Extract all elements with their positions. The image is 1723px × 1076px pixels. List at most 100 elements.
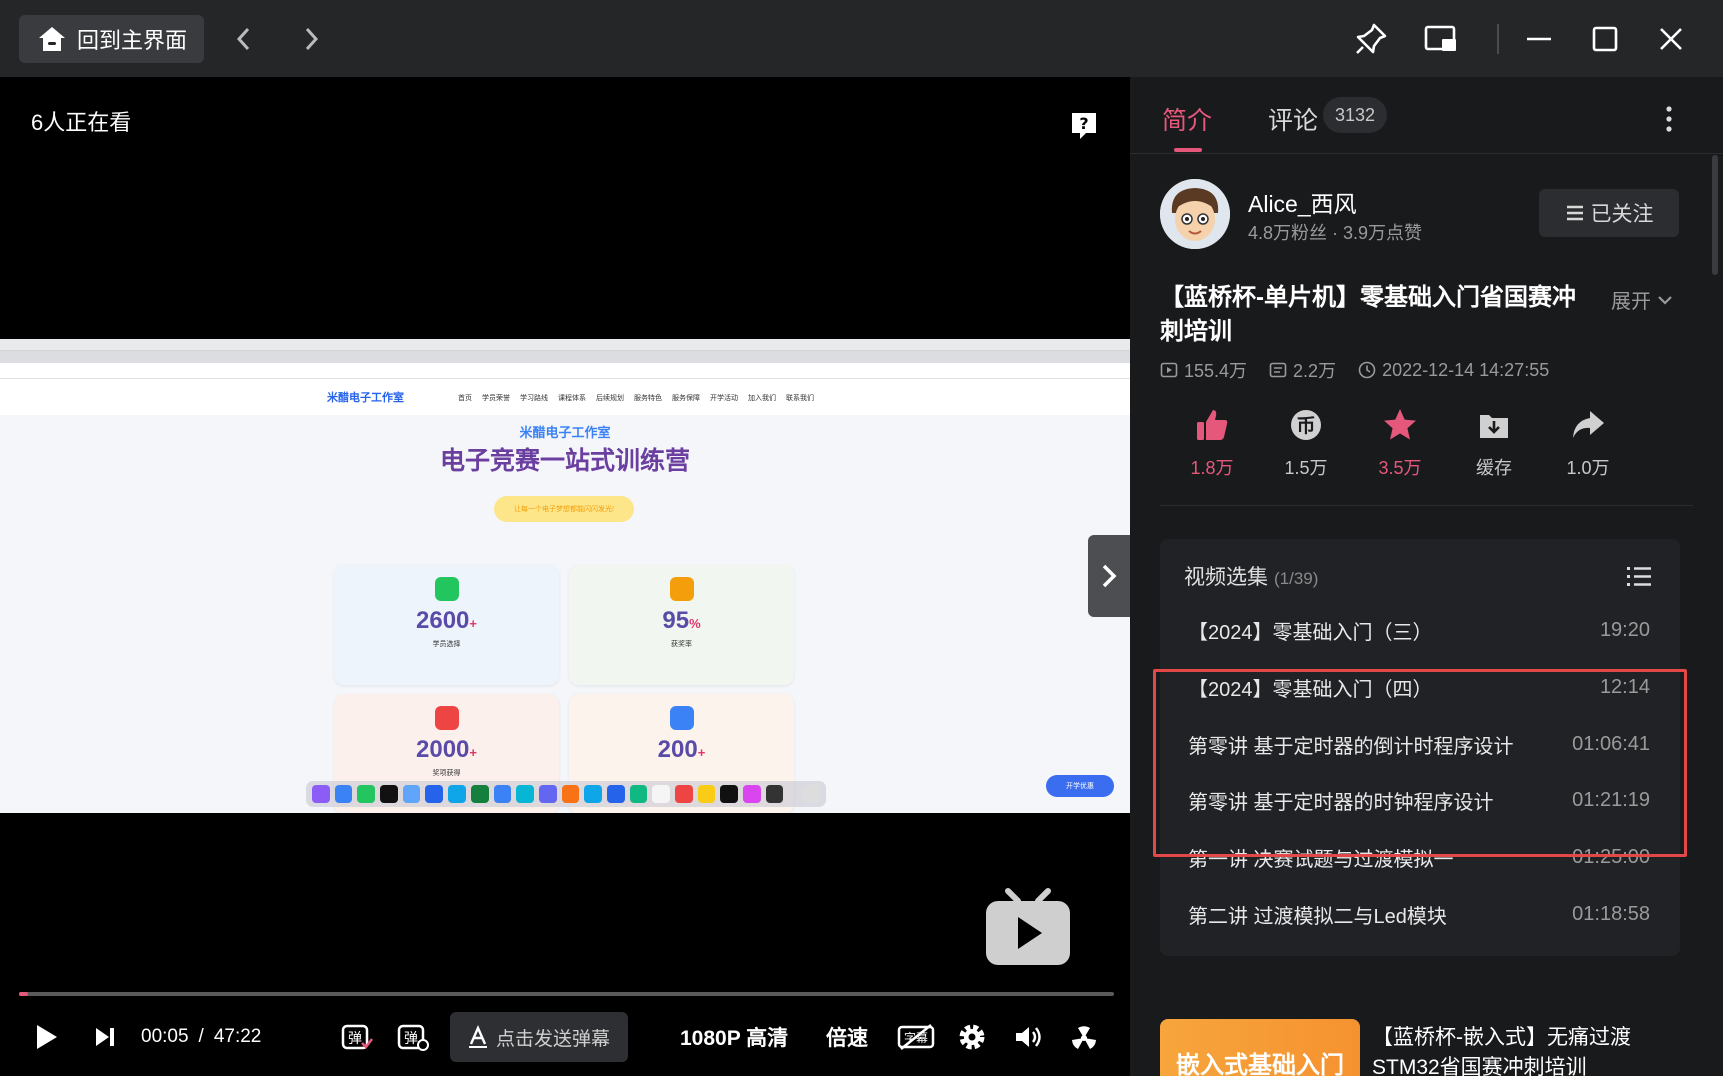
author-stats: 4.8万粉丝 · 3.9万点赞	[1248, 223, 1423, 243]
stat-number: 200+	[657, 736, 706, 763]
time-display: 00:05 / 47:22	[141, 1010, 261, 1064]
tab-intro[interactable]: 简介	[1162, 101, 1212, 137]
minimize-icon[interactable]	[1518, 18, 1560, 60]
site-title: 电子竞赛一站式训练营	[439, 447, 690, 475]
author-name[interactable]: Alice_西风	[1248, 185, 1357, 219]
danmaku-toggle-icon[interactable]: 弹	[340, 1010, 374, 1064]
video-player[interactable]: 6人正在看 ? 米醋电子工作室 首页 学员荣誉 学习路线 课程体系 后续规划 服…	[0, 77, 1130, 1076]
cache-button[interactable]: 缓存	[1454, 407, 1534, 480]
share-button[interactable]: 1.0万	[1548, 407, 1628, 480]
dock-app-icon	[334, 785, 353, 803]
like-count: 1.8万	[1190, 458, 1234, 478]
progress-bar[interactable]	[19, 992, 1114, 996]
star-icon	[1384, 409, 1416, 440]
browser-address-bar	[0, 363, 1130, 379]
panel-scrollbar[interactable]	[1712, 155, 1718, 275]
menu-lines-icon	[1566, 205, 1583, 221]
like-button[interactable]: 1.8万	[1172, 407, 1252, 480]
help-icon[interactable]: ?	[1070, 111, 1098, 146]
coin-button[interactable]: 币 1.5万	[1266, 407, 1346, 480]
playlist-item[interactable]: 【2024】零基础入门（三） 19:20	[1188, 610, 1650, 650]
recommended-thumbnail[interactable]: 嵌入式基础入门	[1160, 1019, 1360, 1076]
site-menu-item: 课程体系	[558, 395, 586, 402]
progress-fill	[19, 992, 28, 996]
coin-count: 1.5万	[1284, 458, 1328, 478]
list-view-icon[interactable]	[1626, 565, 1652, 592]
control-bar: 00:05 / 47:22 弹 弹 点击发送弹幕 1080P 高清 倍速 字幕	[0, 1010, 1130, 1064]
back-icon[interactable]	[223, 18, 265, 60]
tab-comments[interactable]: 评论	[1268, 101, 1318, 137]
stat-label: 获奖率	[671, 641, 692, 648]
share-icon	[1573, 411, 1604, 438]
svg-text:弹: 弹	[348, 1031, 362, 1047]
svg-text:?: ?	[1079, 114, 1088, 133]
next-episode-icon[interactable]	[94, 1010, 116, 1064]
playlist-item[interactable]: 第二讲 过渡模拟二与Led模块 01:18:58	[1188, 894, 1650, 934]
danmaku-count-icon	[1269, 362, 1287, 378]
close-icon[interactable]	[1650, 18, 1692, 60]
chevron-down-icon	[1658, 295, 1672, 305]
stat-label: 奖项获得	[432, 770, 461, 777]
browser-tabs	[0, 351, 1130, 363]
titlebar-separator	[1497, 24, 1499, 54]
expand-button[interactable]: 展开	[1611, 285, 1673, 314]
title-bar: 回到主界面	[0, 0, 1723, 77]
video-title: 【蓝桥杯-单片机】零基础入门省国赛冲刺培训	[1160, 284, 1576, 345]
trash-icon	[802, 785, 821, 803]
dock-app-icon	[312, 785, 330, 803]
stat-card: 2600+ 学员选择	[334, 565, 559, 685]
site-menu-item: 首页	[458, 395, 472, 402]
card-badge-icon	[669, 577, 694, 601]
fullscreen-mode-icon[interactable]	[1068, 1010, 1100, 1064]
forward-icon[interactable]	[290, 18, 332, 60]
dock-app-icon	[448, 785, 466, 803]
cache-label: 缓存	[1476, 458, 1512, 478]
card-badge-icon	[434, 706, 459, 730]
stat-number: 2600+	[416, 607, 477, 634]
mini-player-icon[interactable]	[1420, 18, 1462, 60]
dock-app-icon	[743, 785, 761, 803]
pin-icon[interactable]	[1350, 18, 1392, 60]
publish-date: 2022-12-14 14:27:55	[1358, 357, 1549, 383]
text-format-icon	[469, 1025, 487, 1048]
maximize-icon[interactable]	[1584, 18, 1626, 60]
site-menu-item: 学习路线	[520, 395, 548, 402]
card-badge-icon	[434, 577, 459, 601]
dock-app-icon	[675, 785, 693, 803]
danmaku-placeholder: 点击发送弹幕	[496, 1028, 611, 1050]
danmaku-input[interactable]: 点击发送弹幕	[450, 1012, 628, 1062]
side-panel: 简介 评论 3132 Alice_西风 4.8万粉丝 · 3.9万点赞 已关注 …	[1130, 77, 1723, 1076]
next-video-arrow[interactable]	[1088, 535, 1130, 617]
volume-icon[interactable]	[1013, 1010, 1043, 1064]
home-button[interactable]: 回到主界面	[19, 15, 204, 63]
actions-divider	[1160, 505, 1693, 506]
more-options-icon[interactable]	[1665, 105, 1673, 138]
quality-selector[interactable]: 1080P 高清	[680, 1010, 788, 1064]
avatar[interactable]	[1160, 179, 1230, 249]
speed-selector[interactable]: 倍速	[826, 1010, 868, 1064]
viewer-count: 6人正在看	[31, 110, 132, 135]
favorite-button[interactable]: 3.5万	[1360, 407, 1440, 480]
stat-number: 2000+	[416, 736, 477, 763]
recommended-title[interactable]: 【蓝桥杯-嵌入式】无痛过渡STM32省国赛冲刺培训	[1372, 1023, 1672, 1076]
play-icon[interactable]	[34, 1010, 60, 1064]
episode-title: 【2024】零基础入门（三）	[1188, 621, 1433, 644]
subtitle-off-icon[interactable]: 字幕	[896, 1010, 936, 1064]
dock-app-icon	[357, 785, 376, 803]
dock-app-icon	[470, 785, 489, 803]
dock-app-icon	[652, 785, 670, 803]
thumbnail-text: 嵌入式基础入门	[1176, 1052, 1344, 1076]
site-slogan: 让每一个电子梦想都能闪闪发光!	[494, 496, 634, 522]
dock-app-icon	[516, 785, 534, 803]
follow-button[interactable]: 已关注	[1539, 189, 1679, 237]
follow-label: 已关注	[1590, 203, 1654, 226]
svg-text:弹: 弹	[404, 1031, 418, 1047]
episode-title: 第二讲 过渡模拟二与Led模块	[1188, 905, 1447, 928]
settings-gear-icon[interactable]	[957, 1010, 987, 1064]
home-button-label: 回到主界面	[77, 28, 188, 53]
video-meta: 155.4万 2.2万 2022-12-14 14:27:55	[1160, 357, 1549, 383]
danmaku-settings-icon[interactable]: 弹	[396, 1010, 430, 1064]
dock-app-icon	[425, 785, 444, 803]
favorite-count: 3.5万	[1378, 458, 1422, 478]
svg-text:币: 币	[1296, 415, 1315, 437]
